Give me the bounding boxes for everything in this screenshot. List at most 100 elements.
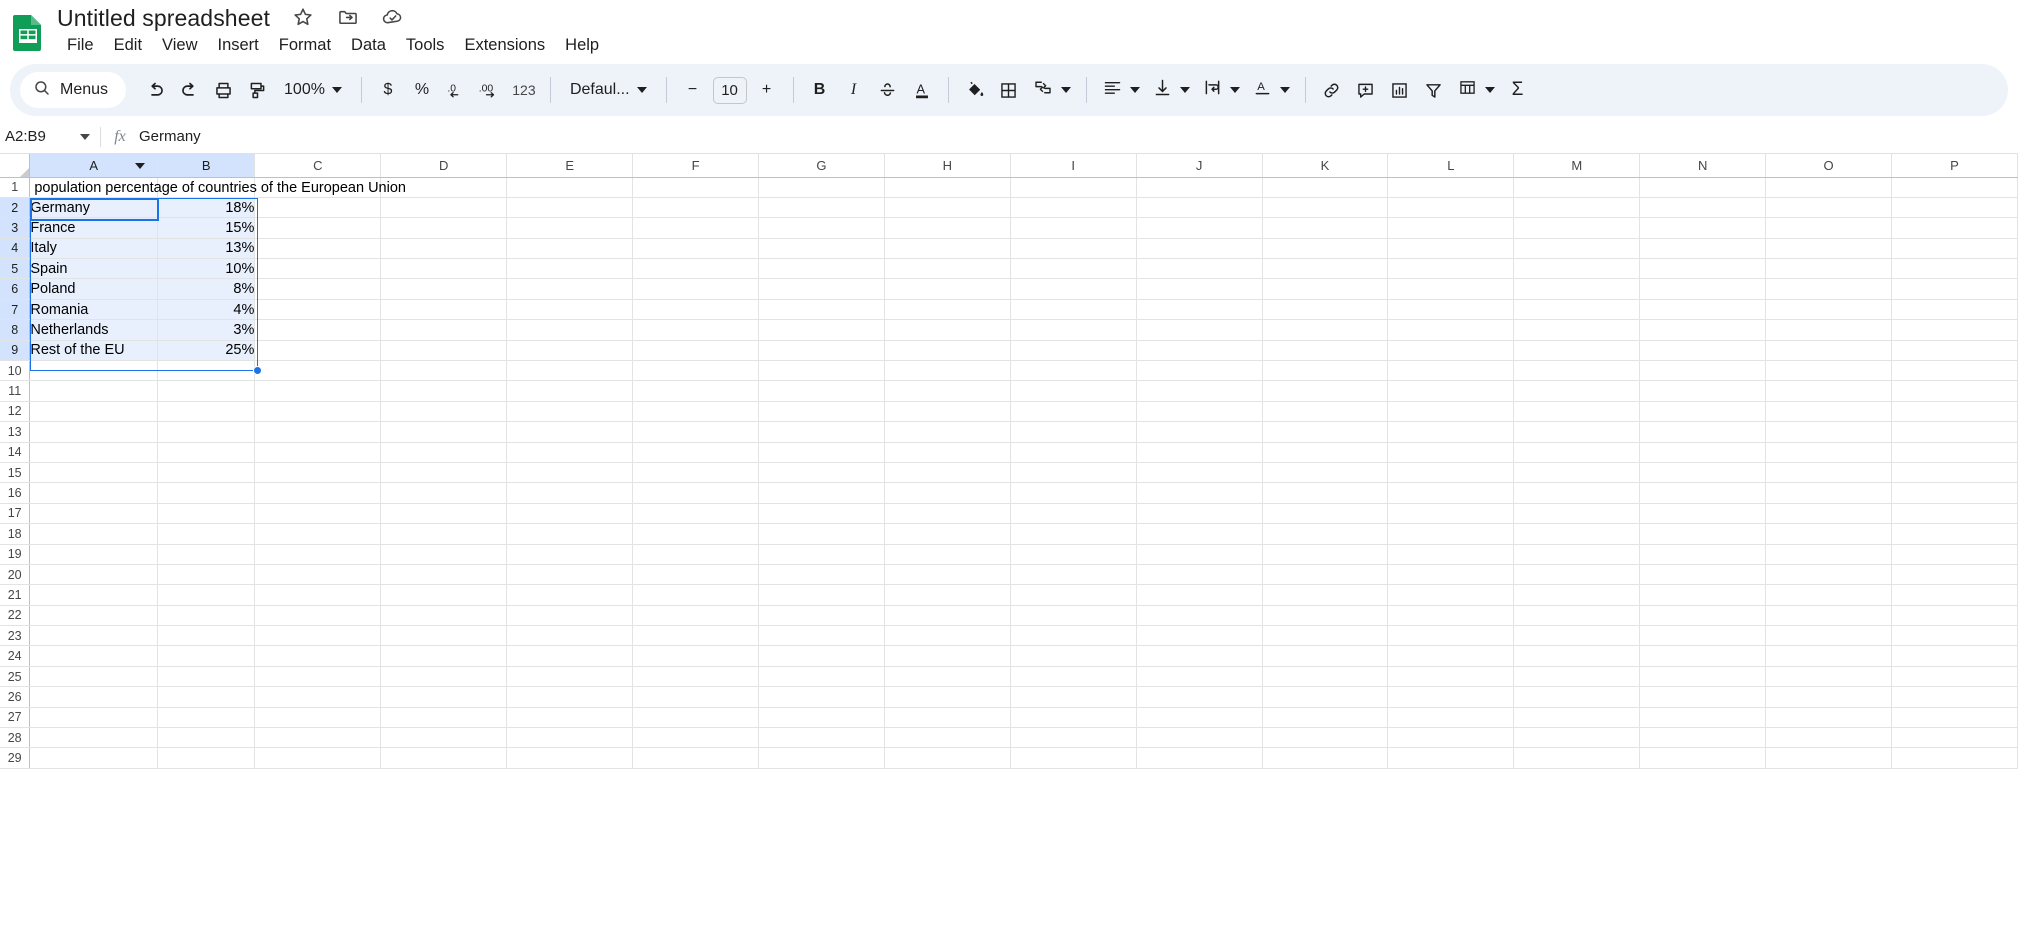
cell-E20[interactable] [507,564,633,584]
create-filter-icon[interactable] [1417,73,1451,107]
cell-D12[interactable] [381,401,507,421]
cell-D5[interactable] [381,259,507,279]
cell-A24[interactable] [30,646,158,666]
cell-E22[interactable] [507,605,633,625]
cell-J6[interactable] [1136,279,1262,299]
cell-G23[interactable] [758,626,884,646]
cell-D22[interactable] [381,605,507,625]
cell-D21[interactable] [381,585,507,605]
row-header-21[interactable]: 21 [0,585,30,605]
cell-G7[interactable] [758,299,884,319]
cell-N16[interactable] [1640,483,1766,503]
cell-F1[interactable] [633,177,759,197]
cell-A10[interactable] [30,361,158,381]
cell-O20[interactable] [1766,564,1892,584]
cell-I2[interactable] [1010,197,1136,217]
cell-A28[interactable] [30,728,158,748]
cell-I1[interactable] [1010,177,1136,197]
cell-P20[interactable] [1892,564,2018,584]
cell-C29[interactable] [255,748,381,768]
row-header-12[interactable]: 12 [0,401,30,421]
cell-O22[interactable] [1766,605,1892,625]
cell-P7[interactable] [1892,299,2018,319]
cell-O28[interactable] [1766,728,1892,748]
cell-H9[interactable] [884,340,1010,360]
cell-K2[interactable] [1262,197,1388,217]
text-wrapping-button[interactable] [1196,73,1246,107]
cell-A27[interactable] [30,707,158,727]
row-header-11[interactable]: 11 [0,381,30,401]
cell-B17[interactable] [158,503,255,523]
cell-D24[interactable] [381,646,507,666]
cell-J15[interactable] [1136,462,1262,482]
cell-J20[interactable] [1136,564,1262,584]
cell-A18[interactable] [30,524,158,544]
cell-C22[interactable] [255,605,381,625]
row-header-2[interactable]: 2 [0,197,30,217]
row-header-13[interactable]: 13 [0,422,30,442]
cell-F8[interactable] [633,320,759,340]
row-header-1[interactable]: 1 [0,177,30,197]
row-header-5[interactable]: 5 [0,259,30,279]
cell-O11[interactable] [1766,381,1892,401]
row-header-3[interactable]: 3 [0,218,30,238]
cell-M9[interactable] [1514,340,1640,360]
cell-I21[interactable] [1010,585,1136,605]
cell-N5[interactable] [1640,259,1766,279]
cell-I22[interactable] [1010,605,1136,625]
cell-G14[interactable] [758,442,884,462]
cell-B15[interactable] [158,462,255,482]
cell-L9[interactable] [1388,340,1514,360]
cell-E11[interactable] [507,381,633,401]
cell-M4[interactable] [1514,238,1640,258]
cell-L27[interactable] [1388,707,1514,727]
cell-N17[interactable] [1640,503,1766,523]
cell-L2[interactable] [1388,197,1514,217]
cell-E8[interactable] [507,320,633,340]
column-header-c[interactable]: C [255,154,381,177]
cell-B18[interactable] [158,524,255,544]
cell-I25[interactable] [1010,666,1136,686]
cell-I9[interactable] [1010,340,1136,360]
column-header-h[interactable]: H [884,154,1010,177]
cell-B2[interactable]: 18% [158,197,255,217]
cell-B8[interactable]: 3% [158,320,255,340]
cell-O16[interactable] [1766,483,1892,503]
cell-C2[interactable] [255,197,381,217]
cell-I7[interactable] [1010,299,1136,319]
cell-O1[interactable] [1766,177,1892,197]
cell-E21[interactable] [507,585,633,605]
cell-A8[interactable]: Netherlands [30,320,158,340]
cell-B7[interactable]: 4% [158,299,255,319]
cell-B27[interactable] [158,707,255,727]
cell-I14[interactable] [1010,442,1136,462]
cell-M16[interactable] [1514,483,1640,503]
cell-A3[interactable]: France [30,218,158,238]
cell-C26[interactable] [255,687,381,707]
cell-C8[interactable] [255,320,381,340]
column-header-n[interactable]: N [1640,154,1766,177]
cell-B10[interactable] [158,361,255,381]
cell-L15[interactable] [1388,462,1514,482]
cell-G15[interactable] [758,462,884,482]
cell-H6[interactable] [884,279,1010,299]
cell-A20[interactable] [30,564,158,584]
insert-link-icon[interactable] [1315,73,1349,107]
cell-O5[interactable] [1766,259,1892,279]
functions-icon[interactable]: Σ [1501,73,1535,107]
menu-help[interactable]: Help [555,33,609,58]
cell-K26[interactable] [1262,687,1388,707]
cell-D2[interactable] [381,197,507,217]
percent-format-button[interactable]: % [405,73,439,107]
row-header-17[interactable]: 17 [0,503,30,523]
cell-M19[interactable] [1514,544,1640,564]
cell-P14[interactable] [1892,442,2018,462]
cell-O29[interactable] [1766,748,1892,768]
cell-A9[interactable]: Rest of the EU [30,340,158,360]
cell-D20[interactable] [381,564,507,584]
cell-P1[interactable] [1892,177,2018,197]
print-icon[interactable] [206,73,240,107]
cell-P27[interactable] [1892,707,2018,727]
cell-M23[interactable] [1514,626,1640,646]
cell-J4[interactable] [1136,238,1262,258]
